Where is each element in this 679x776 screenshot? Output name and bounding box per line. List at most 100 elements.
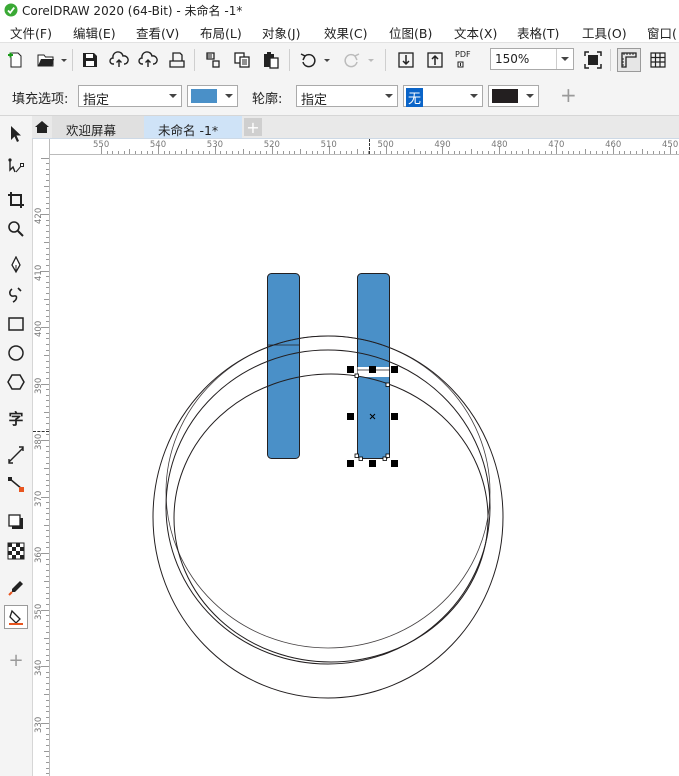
ruler-tick bbox=[44, 468, 49, 470]
parallel-dimension-tool-icon[interactable] bbox=[4, 443, 28, 467]
pen-tool-icon[interactable] bbox=[4, 253, 28, 277]
home-icon[interactable] bbox=[32, 116, 52, 138]
outline-width-dropdown-icon[interactable] bbox=[466, 86, 482, 106]
full-screen-icon[interactable] bbox=[581, 48, 605, 72]
paste-icon[interactable] bbox=[259, 48, 283, 72]
polygon-tool-icon[interactable] bbox=[4, 370, 28, 394]
ruler-tick bbox=[46, 575, 49, 577]
save-icon[interactable] bbox=[78, 48, 102, 72]
ruler-tick bbox=[46, 276, 49, 278]
drawing-svg[interactable] bbox=[50, 155, 679, 776]
undo-dropdown-icon[interactable] bbox=[323, 54, 331, 66]
drop-shadow-tool-icon[interactable] bbox=[4, 510, 28, 534]
menu-effects[interactable]: 效果(C) bbox=[324, 23, 367, 42]
import-icon[interactable] bbox=[394, 48, 418, 72]
outline-color-picker[interactable] bbox=[488, 85, 539, 107]
artistic-media-tool-icon[interactable] bbox=[4, 283, 28, 307]
shape-tool-icon[interactable] bbox=[4, 154, 28, 178]
ruler-tick bbox=[46, 773, 49, 775]
transparency-tool-icon[interactable] bbox=[4, 539, 28, 563]
ruler-tick bbox=[46, 389, 49, 391]
interactive-fill-tool-icon[interactable] bbox=[4, 605, 28, 629]
menu-layout[interactable]: 布局(L) bbox=[200, 23, 242, 42]
tab-document[interactable]: 未命名 -1* bbox=[144, 116, 242, 138]
open-dropdown-icon[interactable] bbox=[60, 54, 68, 66]
tab-document-label: 未命名 -1* bbox=[158, 123, 219, 138]
handle-top-middle[interactable] bbox=[369, 366, 376, 373]
outline-mode-dropdown-icon[interactable] bbox=[381, 86, 397, 106]
menu-table[interactable]: 表格(T) bbox=[517, 23, 559, 42]
add-tab-button[interactable]: + bbox=[244, 118, 262, 137]
ruler-tick bbox=[231, 151, 233, 154]
ruler-tick bbox=[46, 456, 49, 458]
copy-icon[interactable] bbox=[230, 48, 254, 72]
rectangle-tool-icon[interactable] bbox=[4, 312, 28, 336]
fill-color-picker[interactable] bbox=[187, 85, 238, 107]
menu-edit[interactable]: 编辑(E) bbox=[73, 23, 116, 42]
ruler-tick bbox=[408, 151, 410, 154]
menu-text[interactable]: 文本(X) bbox=[454, 23, 497, 42]
handle-bottom-middle[interactable] bbox=[369, 460, 376, 467]
outline-width-field[interactable]: 无 bbox=[403, 85, 483, 107]
undo-icon[interactable] bbox=[296, 48, 320, 72]
menu-file[interactable]: 文件(F) bbox=[10, 23, 52, 42]
middle-ellipse[interactable] bbox=[165, 349, 491, 665]
ruler-label: 450 bbox=[662, 140, 679, 150]
cloud-share-icon[interactable] bbox=[136, 48, 160, 72]
ruler-tick bbox=[46, 225, 49, 227]
fill-mode-dropdown-icon[interactable] bbox=[165, 86, 181, 106]
redo-dropdown-icon[interactable] bbox=[367, 54, 375, 66]
handle-bottom-left[interactable] bbox=[347, 460, 354, 467]
ellipse-tool-icon[interactable] bbox=[4, 341, 28, 365]
outline-width-value[interactable]: 无 bbox=[406, 88, 424, 107]
zoom-tool-icon[interactable] bbox=[4, 217, 28, 241]
handle-top-right[interactable] bbox=[391, 366, 398, 373]
menu-tools[interactable]: 工具(O) bbox=[582, 23, 627, 42]
ruler-tick bbox=[46, 451, 49, 453]
fill-mode-value: 指定 bbox=[83, 93, 110, 108]
add-tool-button[interactable]: + bbox=[4, 648, 28, 672]
left-bar-shape[interactable] bbox=[267, 273, 300, 459]
cloud-upload-icon[interactable] bbox=[107, 48, 131, 72]
ruler-tick bbox=[675, 151, 677, 154]
ruler-tick bbox=[44, 694, 49, 696]
show-rulers-icon[interactable] bbox=[617, 48, 641, 72]
handle-bottom-right[interactable] bbox=[391, 460, 398, 467]
outline-mode-select[interactable]: 指定 bbox=[296, 85, 398, 108]
ruler-tick bbox=[46, 304, 49, 306]
show-grid-icon[interactable] bbox=[646, 48, 670, 72]
redo-icon[interactable] bbox=[340, 48, 364, 72]
menu-view[interactable]: 查看(V) bbox=[136, 23, 179, 42]
pick-tool-icon[interactable] bbox=[4, 122, 28, 146]
zoom-dropdown-icon[interactable] bbox=[556, 49, 573, 69]
new-document-icon[interactable] bbox=[4, 48, 28, 72]
zoom-level-field[interactable]: 150% bbox=[490, 48, 574, 70]
vertical-ruler[interactable]: 420 410 400 390 380 370 360 350 340 330 bbox=[33, 139, 50, 776]
fill-mode-select[interactable]: 指定 bbox=[78, 85, 182, 108]
menu-object[interactable]: 对象(J) bbox=[262, 23, 300, 42]
inner-ellipse[interactable] bbox=[173, 373, 489, 663]
outline-color-dropdown-icon[interactable] bbox=[522, 86, 538, 106]
handle-middle-right[interactable] bbox=[391, 413, 398, 420]
horizontal-ruler[interactable]: 550 540 530 520 510 500 490 480 470 460 450 bbox=[49, 139, 679, 155]
handle-top-left[interactable] bbox=[347, 366, 354, 373]
add-preset-button[interactable]: + bbox=[560, 83, 577, 107]
cut-icon[interactable] bbox=[201, 48, 225, 72]
menu-bitmaps[interactable]: 位图(B) bbox=[389, 23, 432, 42]
fill-color-dropdown-icon[interactable] bbox=[221, 86, 237, 106]
drawing-canvas[interactable] bbox=[50, 155, 679, 776]
crop-tool-icon[interactable] bbox=[4, 188, 28, 212]
menu-window[interactable]: 窗口( bbox=[647, 23, 677, 42]
ruler-tick bbox=[237, 151, 239, 154]
text-tool-icon[interactable]: 字 bbox=[4, 406, 28, 430]
publish-pdf-button[interactable]: PDF bbox=[452, 48, 476, 72]
print-icon[interactable] bbox=[165, 48, 189, 72]
handle-middle-left[interactable] bbox=[347, 413, 354, 420]
back-ellipse[interactable] bbox=[165, 335, 491, 649]
eyedropper-tool-icon[interactable] bbox=[4, 576, 28, 600]
ruler-tick bbox=[46, 762, 49, 764]
ruler-tick bbox=[44, 524, 49, 526]
export-icon[interactable] bbox=[423, 48, 447, 72]
connector-tool-icon[interactable] bbox=[4, 472, 28, 496]
open-folder-icon[interactable] bbox=[34, 48, 58, 72]
